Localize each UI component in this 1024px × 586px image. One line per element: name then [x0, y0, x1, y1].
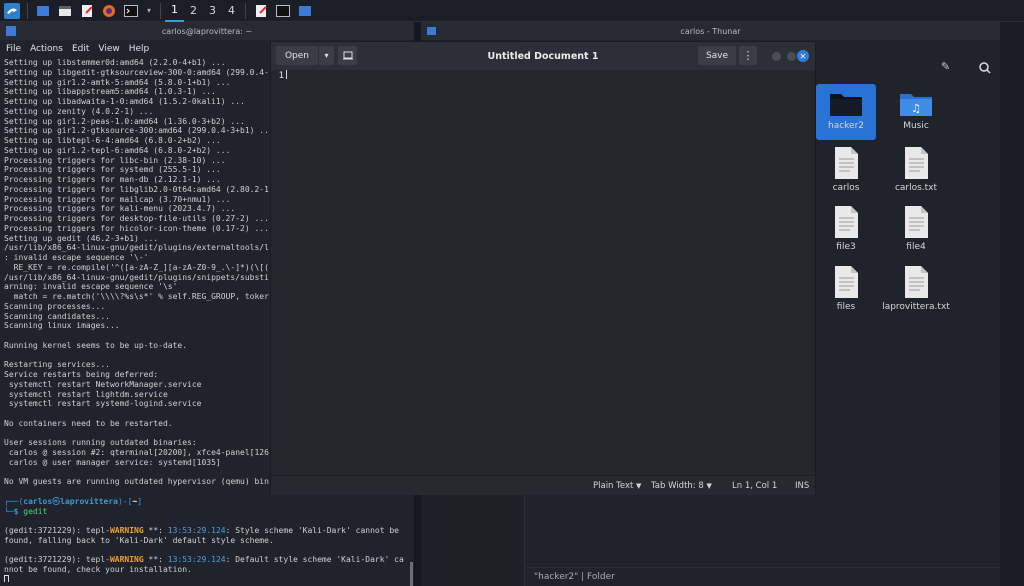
- terminal-scrollbar[interactable]: [410, 562, 413, 586]
- prompt-line-1: ┌──(carlos㉿laprovittera)-[~]: [4, 496, 143, 506]
- hamburger-menu-button[interactable]: ⋮: [739, 46, 757, 65]
- search-icon[interactable]: [979, 59, 991, 78]
- file-item[interactable]: carlos: [816, 144, 876, 200]
- text-file-icon: [835, 206, 858, 238]
- warning-1-line-2: found, falling back to 'Kali-Dark' defau…: [4, 535, 274, 545]
- panel-separator: [245, 2, 246, 19]
- workspace-4[interactable]: 4: [222, 0, 241, 22]
- close-icon: ✕: [799, 51, 807, 61]
- gedit-headerbar[interactable]: Untitled Document 1 Open ▾ Save ⋮ ✕: [271, 42, 815, 70]
- menu-actions[interactable]: Actions: [30, 44, 63, 54]
- insert-mode: INS: [795, 480, 810, 491]
- file-name: carlos: [832, 183, 860, 193]
- menu-file[interactable]: File: [6, 44, 21, 54]
- cursor-position[interactable]: Ln 1, Col 1: [732, 481, 777, 491]
- chevron-down-icon: ▼: [706, 481, 712, 490]
- file-name: Music: [903, 121, 929, 131]
- menu-edit[interactable]: Edit: [72, 44, 89, 54]
- menu-view[interactable]: View: [98, 44, 119, 54]
- thunar-title: carlos - Thunar: [680, 26, 741, 36]
- text-file-icon: [905, 266, 928, 298]
- tab-width-selector[interactable]: Tab Width: 8 ▼: [651, 481, 712, 491]
- file-item[interactable]: hacker2: [816, 84, 876, 140]
- menu-help[interactable]: Help: [129, 44, 150, 54]
- thunar-statusbar: "hacker2" | Folder: [526, 567, 1000, 586]
- warning-2-line-2: nnot be found, check your installation.: [4, 565, 192, 574]
- file-name: hacker2: [827, 121, 865, 131]
- save-button[interactable]: Save: [698, 46, 736, 65]
- open-button[interactable]: Open: [276, 46, 318, 65]
- file-item[interactable]: files: [816, 263, 876, 319]
- file-item[interactable]: file4: [886, 203, 946, 259]
- text-file-icon: [835, 266, 858, 298]
- chevron-down-icon[interactable]: ▾: [145, 3, 153, 19]
- file-item[interactable]: laprovittera.txt: [882, 263, 950, 319]
- terminal-titlebar[interactable]: carlos@laprovittera: ~: [0, 22, 414, 40]
- terminal-cursor: [4, 574, 9, 582]
- panel-separator: [160, 2, 161, 19]
- thunar-titlebar[interactable]: carlos - Thunar: [421, 22, 1000, 40]
- warning-2-line-1: (gedit:3721229): tepl-WARNING **: 13:53:…: [4, 555, 404, 565]
- text-cursor: [286, 70, 287, 79]
- terminal-title: carlos@laprovittera: ~: [161, 26, 253, 36]
- open-menu-button[interactable]: ▾: [318, 46, 334, 65]
- text-file-icon: [835, 147, 858, 179]
- gedit-text-area[interactable]: 1: [271, 70, 815, 476]
- file-item[interactable]: carlos.txt: [886, 144, 946, 200]
- taskbar-thunar-icon[interactable]: [297, 3, 313, 19]
- kali-menu-icon[interactable]: [4, 2, 20, 19]
- top-panel: ▾ 1 2 3 4: [0, 0, 1024, 22]
- minimize-button[interactable]: [772, 52, 781, 61]
- new-tab-button[interactable]: [338, 46, 357, 65]
- file-name: laprovittera.txt: [882, 302, 950, 312]
- file-item[interactable]: ♫ Music: [886, 84, 946, 140]
- workspace-3[interactable]: 3: [203, 0, 222, 22]
- terminal-icon[interactable]: [123, 3, 139, 19]
- file-name: carlos.txt: [894, 183, 938, 193]
- maximize-button[interactable]: [787, 52, 796, 61]
- desktop-edge: [1000, 22, 1024, 586]
- menu-dots-icon: ⋮: [742, 48, 754, 62]
- text-editor-icon[interactable]: [79, 3, 95, 19]
- file-item[interactable]: file3: [816, 203, 876, 259]
- music-folder-icon: ♫: [900, 94, 932, 116]
- thunar-window-icon: [427, 27, 436, 35]
- language-selector[interactable]: Plain Text ▼: [593, 481, 641, 491]
- svg-text:♫: ♫: [911, 102, 921, 115]
- line-number-gutter: 1: [271, 70, 287, 476]
- new-document-icon: [342, 51, 353, 60]
- file-manager-icon[interactable]: [57, 3, 73, 19]
- workspace-2[interactable]: 2: [184, 0, 203, 22]
- prompt-line-2: └─$ gedit: [4, 506, 48, 516]
- folder-icon: [830, 94, 862, 116]
- edit-location-icon[interactable]: ✎: [941, 60, 950, 73]
- taskbar-terminal-icon[interactable]: [275, 3, 291, 19]
- gedit-statusbar: Plain Text ▼ Tab Width: 8 ▼ Ln 1, Col 1 …: [271, 475, 815, 495]
- text-file-icon: [905, 147, 928, 179]
- chevron-down-icon: ▾: [324, 51, 329, 60]
- file-name: file4: [906, 242, 926, 252]
- thunar-location-bar[interactable]: ✎: [921, 58, 961, 78]
- gedit-window: Untitled Document 1 Open ▾ Save ⋮ ✕ 1 Pl…: [270, 41, 816, 495]
- show-desktop-icon[interactable]: [35, 3, 51, 19]
- close-button[interactable]: ✕: [797, 50, 809, 62]
- warning-1-line-1: (gedit:3721229): tepl-WARNING **: 13:53:…: [4, 526, 399, 535]
- line-number: 1: [278, 71, 284, 81]
- text-file-icon: [905, 206, 928, 238]
- firefox-icon[interactable]: [101, 3, 117, 19]
- file-name: files: [836, 302, 856, 312]
- taskbar-gedit-icon[interactable]: [253, 3, 269, 19]
- terminal-window-icon: [6, 26, 16, 36]
- panel-separator: [27, 2, 28, 19]
- file-name: file3: [836, 242, 856, 252]
- workspace-1[interactable]: 1: [165, 0, 184, 22]
- chevron-down-icon: ▼: [636, 481, 642, 490]
